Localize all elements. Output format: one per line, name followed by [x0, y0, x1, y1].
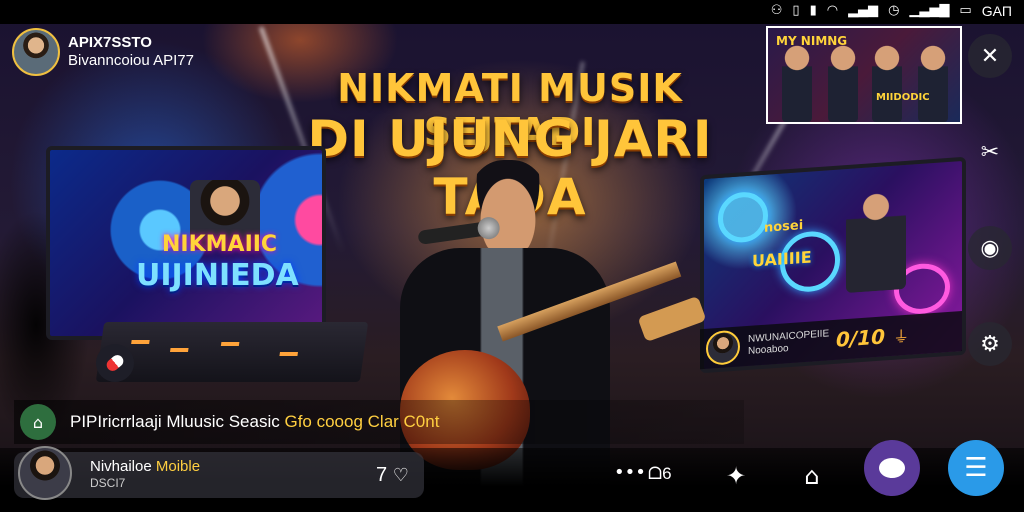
close-icon: ✕	[980, 43, 1000, 69]
info-avatar	[706, 329, 740, 366]
chat-button[interactable]	[864, 440, 920, 496]
effects-button[interactable]: ✦	[714, 454, 758, 498]
viewer-avatar[interactable]	[18, 446, 72, 500]
magic-wand-icon: ✦	[725, 462, 747, 490]
gift-icon: ☰	[964, 453, 988, 483]
record-button[interactable]: ◉	[968, 226, 1012, 270]
chat-bubble-icon	[879, 458, 905, 478]
record-icon: ◉	[980, 235, 1000, 261]
left-screen-subtitle: UIJINIEDA	[136, 258, 299, 293]
share-icon: ✂	[980, 139, 1000, 165]
settings-button[interactable]: ⚙	[968, 322, 1012, 366]
left-screen-title: NIKMAIIC	[162, 232, 278, 257]
home-button[interactable]: ⌂	[790, 454, 834, 498]
heart-outline-icon: ♡	[392, 465, 409, 486]
wifi-icon: ◠	[826, 3, 839, 18]
viewer-count: 7 ♡	[376, 464, 409, 486]
nfc-icon: ⚇	[770, 3, 783, 18]
featured-thumbnail[interactable]: MY NIMNG MIIDODIC	[766, 26, 962, 124]
gear-icon: ⚙	[980, 331, 1000, 357]
plug-icon: ⏚	[893, 328, 910, 347]
signal-icon: ▂▄▆	[848, 3, 879, 18]
thumbnail-person	[918, 42, 948, 122]
notification-icon: ▮	[809, 3, 817, 18]
thumbnail-tag-2: MIIDODIC	[876, 92, 930, 103]
alarm-icon: ◷	[888, 3, 900, 18]
thumbnail-person	[782, 42, 812, 122]
more-options-count: ᗝ6	[648, 464, 672, 483]
activity-notification: ⌂ PIPIricrrlaaji Mluusic Seasic Gfo cooo…	[14, 400, 744, 444]
thumbnail-person	[872, 42, 902, 122]
gift-button[interactable]: ☰	[948, 440, 1004, 496]
right-screen: nosei UAIIIIE NWUNAICOPEIIE Nooaboo 0/10…	[700, 156, 966, 374]
info-text: NWUNAICOPEIIE Nooaboo	[748, 328, 830, 357]
host-profile[interactable]: APIX7SSTO Bivanncoiou API77	[12, 28, 194, 76]
home-icon: ⌂	[804, 462, 820, 490]
vibrate-icon: ▯	[792, 3, 800, 18]
left-screen: NIKMAIIC UIJINIEDA	[46, 146, 326, 340]
viewer-name: Nivhailoe Moible	[90, 458, 201, 475]
score-display: 0/10	[836, 324, 886, 352]
game-badge-button[interactable]	[96, 344, 134, 382]
close-button[interactable]: ✕	[968, 34, 1012, 78]
status-time: GAП	[981, 3, 1012, 19]
battery-icon: ▭	[959, 3, 972, 18]
screen-guitarist-image	[846, 188, 906, 294]
capsule-icon	[104, 352, 126, 374]
right-screen-label: nosei	[764, 218, 804, 236]
viewer-subtitle: DSCI7	[90, 476, 126, 490]
share-button[interactable]: ✂	[968, 130, 1012, 174]
host-avatar[interactable]	[12, 28, 60, 76]
tag-icon: ⌂	[20, 404, 56, 440]
neon-ring	[718, 190, 768, 245]
more-options-button[interactable]: •••	[614, 462, 646, 483]
status-bar: ⚇ ▯ ▮ ◠ ▂▄▆ ◷ ▁▃▅▇ ▭ GAП	[0, 0, 1024, 24]
host-name: APIX7SSTO	[68, 34, 152, 51]
cellular-icon: ▁▃▅▇	[909, 3, 950, 18]
notification-text: PIPIricrrlaaji Mluusic Seasic Gfo cooog …	[70, 412, 440, 431]
host-subtitle: Bivanncoiou API77	[68, 52, 194, 69]
dj-console	[95, 322, 369, 382]
viewer-pill[interactable]	[14, 452, 424, 498]
thumbnail-person	[828, 42, 858, 122]
